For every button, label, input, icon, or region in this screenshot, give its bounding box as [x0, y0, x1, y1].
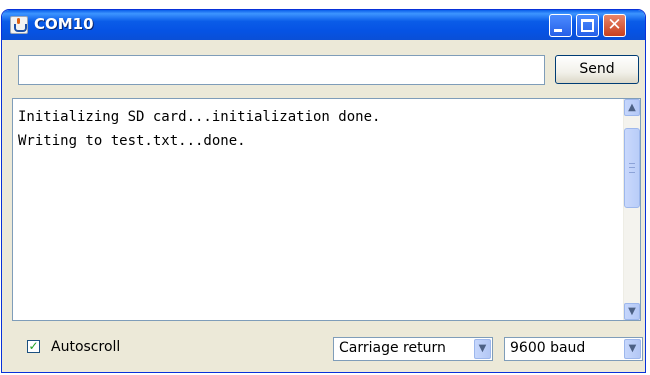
- java-coffee-cup-icon: [10, 16, 28, 34]
- java-cup-mark: [14, 24, 27, 32]
- minimize-button[interactable]: [549, 14, 572, 37]
- serial-output-area[interactable]: Initializing SD card...initialization do…: [12, 98, 641, 321]
- line-ending-value: Carriage return: [339, 340, 446, 356]
- autoscroll-checkbox[interactable]: ✓: [27, 340, 40, 353]
- console-line: Initializing SD card...initialization do…: [18, 109, 381, 125]
- window-title: COM10: [34, 15, 94, 33]
- scroll-up-arrow-icon[interactable]: ▲: [624, 99, 640, 116]
- maximize-button[interactable]: [576, 14, 599, 37]
- maximize-icon: [581, 19, 594, 32]
- scroll-down-arrow-icon[interactable]: ▼: [624, 303, 640, 320]
- vertical-scrollbar[interactable]: ▲ ▼: [623, 99, 640, 320]
- minimize-icon: [554, 29, 562, 32]
- autoscroll-label[interactable]: Autoscroll: [51, 339, 120, 355]
- scrollbar-grip-icon: [629, 163, 635, 173]
- close-button[interactable]: ✕: [603, 14, 626, 37]
- chevron-down-icon[interactable]: ▼: [624, 339, 641, 359]
- line-ending-select[interactable]: Carriage return ▼: [333, 337, 493, 361]
- scrollbar-thumb[interactable]: [624, 128, 640, 208]
- chevron-down-icon[interactable]: ▼: [474, 339, 491, 359]
- serial-input-field[interactable]: [18, 55, 545, 85]
- baud-rate-select[interactable]: 9600 baud ▼: [504, 337, 643, 361]
- send-button[interactable]: Send: [555, 55, 639, 84]
- close-icon: ✕: [607, 15, 622, 35]
- console-text: Initializing SD card...initialization do…: [18, 107, 380, 155]
- console-line: Writing to test.txt...done.: [18, 133, 246, 149]
- baud-rate-value: 9600 baud: [510, 340, 586, 356]
- title-bar[interactable]: COM10 ✕: [2, 10, 645, 40]
